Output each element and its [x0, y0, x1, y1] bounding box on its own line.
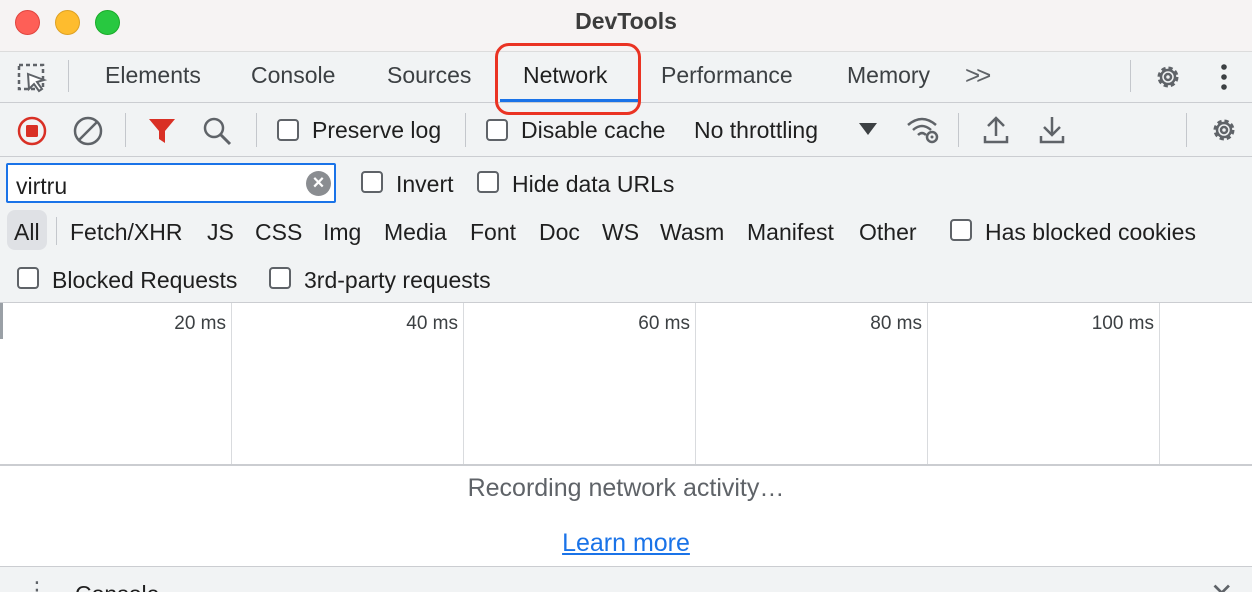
blocked-requests-checkbox[interactable]: [17, 267, 39, 289]
tab-performance[interactable]: Performance: [661, 62, 793, 89]
tab-elements[interactable]: Elements: [105, 62, 201, 89]
grid-line: [927, 303, 928, 464]
grid-line: [231, 303, 232, 464]
third-party-requests-label: 3rd-party requests: [304, 267, 491, 293]
hide-data-urls-label: Hide data URLs: [512, 171, 675, 197]
tab-sources[interactable]: Sources: [387, 62, 471, 89]
disable-cache-checkbox[interactable]: [486, 119, 508, 141]
filter-icon[interactable]: [147, 116, 177, 146]
tab-console[interactable]: Console: [251, 62, 335, 89]
type-filter-ws[interactable]: WS: [602, 219, 639, 246]
export-har-download-icon[interactable]: [1038, 114, 1066, 146]
import-har-upload-icon[interactable]: [982, 114, 1010, 146]
throttling-select[interactable]: No throttling: [694, 117, 818, 144]
type-filter-css[interactable]: CSS: [255, 219, 302, 246]
inspect-element-icon[interactable]: [16, 62, 48, 94]
type-filter-doc[interactable]: Doc: [539, 219, 580, 246]
requests-empty-state: Recording network activity… Learn more: [0, 466, 1252, 566]
divider: [56, 217, 57, 245]
third-party-requests-checkbox[interactable]: [269, 267, 291, 289]
invert-label: Invert: [396, 171, 454, 197]
type-filter-img[interactable]: Img: [323, 219, 361, 246]
timeline-overview[interactable]: 20 ms 40 ms 60 ms 80 ms 100 ms: [0, 303, 1252, 466]
has-blocked-cookies-checkbox[interactable]: [950, 219, 972, 241]
timeline-tick-label: 80 ms: [870, 313, 922, 334]
network-conditions-icon[interactable]: [905, 114, 941, 146]
preserve-log-checkbox[interactable]: [277, 119, 299, 141]
timeline-tick-label: 20 ms: [174, 313, 226, 334]
hide-data-urls-checkbox[interactable]: [477, 171, 499, 193]
type-filter-font[interactable]: Font: [470, 219, 516, 246]
divider: [1130, 60, 1131, 92]
disable-cache-label: Disable cache: [521, 117, 666, 143]
type-filter-all[interactable]: All: [14, 219, 40, 246]
close-drawer-icon[interactable]: ✕: [1210, 577, 1233, 592]
divider: [125, 113, 126, 147]
learn-more-link-text[interactable]: Learn more: [562, 529, 690, 557]
type-filter-wasm[interactable]: Wasm: [660, 219, 724, 246]
drawer-tab-console[interactable]: Console: [75, 581, 159, 592]
divider: [958, 113, 959, 147]
console-drawer: ⋮ Console ✕: [0, 566, 1252, 592]
search-icon[interactable]: [201, 115, 233, 147]
grid-line: [1159, 303, 1160, 464]
more-tabs-icon[interactable]: >>: [965, 60, 991, 91]
divider: [256, 113, 257, 147]
timeline-tick-label: 60 ms: [638, 313, 690, 334]
type-filter-manifest[interactable]: Manifest: [747, 219, 834, 246]
tab-memory[interactable]: Memory: [847, 62, 930, 89]
filter-input[interactable]: virtru ×: [6, 163, 336, 203]
timeline-left-handle[interactable]: [0, 303, 3, 339]
type-filter-media[interactable]: Media: [384, 219, 447, 246]
invert-checkbox[interactable]: [361, 171, 383, 193]
more-options-icon[interactable]: [1214, 63, 1234, 91]
timeline-tick-label: 100 ms: [1091, 313, 1154, 334]
filter-bar: virtru × Invert Hide data URLs All Fetch…: [0, 157, 1252, 303]
preserve-log-label: Preserve log: [312, 117, 442, 143]
window-title: DevTools: [575, 8, 677, 34]
divider: [68, 60, 69, 92]
clear-icon[interactable]: [72, 115, 104, 147]
timeline-tick-label: 40 ms: [406, 313, 458, 334]
filter-input-value: virtru: [16, 173, 68, 199]
recording-message: Recording network activity…: [467, 474, 785, 502]
network-tab-highlight: [495, 43, 641, 115]
blocked-requests-label: Blocked Requests: [52, 267, 238, 293]
grid-line: [695, 303, 696, 464]
type-filter-js[interactable]: JS: [207, 219, 234, 246]
record-stop-icon[interactable]: [16, 115, 48, 147]
network-settings-gear-icon[interactable]: [1208, 114, 1240, 146]
clear-filter-icon[interactable]: ×: [306, 171, 331, 196]
type-filter-fetch-xhr[interactable]: Fetch/XHR: [70, 219, 182, 246]
type-filter-other[interactable]: Other: [859, 219, 917, 246]
has-blocked-cookies-label: Has blocked cookies: [985, 219, 1196, 245]
learn-more-link: Learn more: [0, 529, 1252, 558]
divider: [1186, 113, 1187, 147]
drawer-menu-icon[interactable]: ⋮: [26, 577, 48, 592]
grid-line: [463, 303, 464, 464]
settings-gear-icon[interactable]: [1152, 61, 1184, 93]
chevron-down-icon[interactable]: [859, 123, 877, 135]
divider: [465, 113, 466, 147]
